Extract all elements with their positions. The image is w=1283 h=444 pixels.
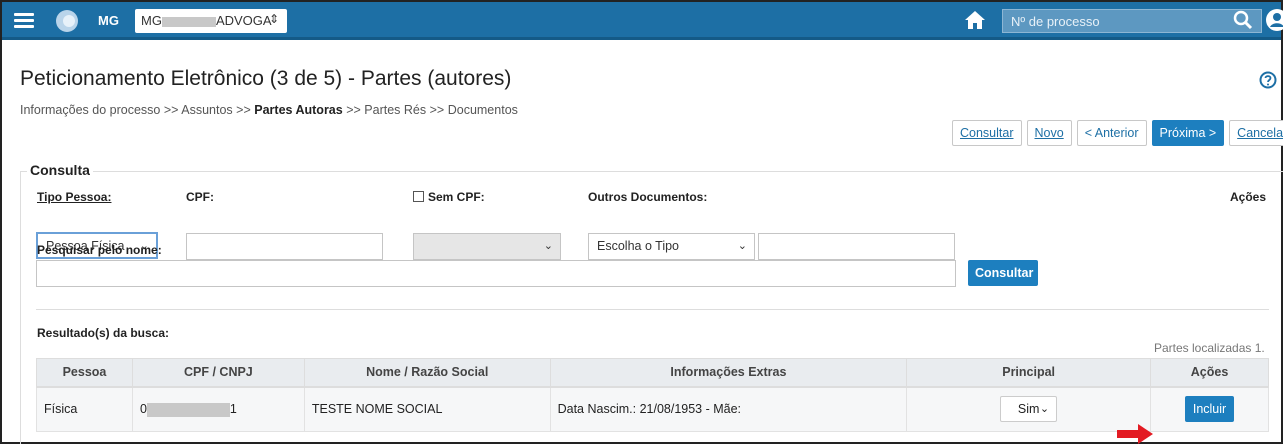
sort-arrows-icon: ⇕ [268,12,279,26]
novo-button[interactable]: Novo [1026,120,1072,146]
breadcrumb-separator: >> [236,103,251,117]
cell-principal: Sim ⌄ [906,386,1152,432]
breadcrumb-informacoes[interactable]: Informações do processo [20,103,160,117]
user-account-icon[interactable] [1265,8,1283,37]
table-header-row: Pessoa CPF / CNPJ Nome / Razão Social In… [36,358,1269,388]
acoes-label: Ações [1230,190,1267,204]
outros-documentos-value: Escolha o Tipo [597,239,679,253]
breadcrumb-separator: >> [346,103,361,117]
state-label: MG [98,13,119,28]
consultar-button[interactable]: Consultar [968,260,1038,286]
cpf-input[interactable] [186,233,383,260]
user-select-prefix: MG [141,13,162,28]
cell-extras: Data Nascim.: 21/08/1953 - Mãe: [549,386,908,432]
breadcrumb-partes-autoras: Partes Autoras [254,103,343,117]
user-name-redaction [161,16,216,27]
user-select-suffix: ADVOGA [215,13,272,28]
consultar-nav-button[interactable]: Consultar [952,120,1022,146]
table-row: Física 01 TESTE NOME SOCIAL Data Nascim.… [36,386,1269,432]
page-title: Peticionamento Eletrônico (3 de 5) - Par… [20,67,512,90]
cell-acoes: Incluir [1150,386,1269,432]
outros-documentos-select[interactable]: Escolha o Tipo ⌄ [588,233,755,260]
column-header-nome: Nome / Razão Social [303,358,551,388]
results-count: Partes localizadas 1. [1154,341,1265,355]
sem-cpf-select[interactable]: ⌄ [413,233,561,260]
outros-documentos-input[interactable] [758,233,955,260]
principal-select[interactable]: Sim ⌄ [1000,396,1058,423]
cell-nome: TESTE NOME SOCIAL [303,386,551,432]
column-header-cpf: CPF / CNPJ [131,358,305,388]
wizard-buttons: Consultar Novo < Anterior Próxima > Canc… [952,120,1283,146]
cpf-redaction [146,402,230,417]
help-icon[interactable] [1259,71,1277,94]
red-arrow-icon [1116,422,1154,444]
cancelar-button[interactable]: Cancelar [1229,120,1283,146]
hamburger-menu-icon[interactable] [14,13,34,28]
breadcrumb-separator: >> [429,103,445,117]
home-icon[interactable] [964,10,986,35]
breadcrumb-partes-res[interactable]: Partes Rés [364,103,426,117]
incluir-button[interactable]: Incluir [1184,396,1235,423]
pesquisar-nome-label: Pesquisar pelo nome: [37,243,162,257]
cell-cpf: 01 [131,386,305,432]
chevron-down-icon: ⌄ [543,240,553,252]
column-header-principal: Principal [906,358,1152,388]
process-number-input[interactable]: Nº de processo [1002,9,1262,33]
topbar: MG MG ADVOGA ⇕ Nº de processo [2,2,1283,40]
outros-documentos-label: Outros Documentos: [588,190,708,204]
breadcrumb-documentos[interactable]: Documentos [448,103,518,117]
column-header-acoes: Ações [1150,358,1269,388]
chevron-down-icon: ⌄ [737,240,747,252]
cpf-label: CPF: [186,190,214,204]
sem-cpf-label[interactable]: Sem CPF: [413,190,485,204]
results-title: Resultado(s) da busca: [37,326,170,340]
tipo-pessoa-label: Tipo Pessoa: [37,190,112,204]
nome-search-input[interactable] [36,260,956,287]
user-profile-select[interactable]: MG ADVOGA ⇕ [135,9,287,33]
results-table: Pessoa CPF / CNPJ Nome / Razão Social In… [36,358,1269,432]
column-header-pessoa: Pessoa [36,358,133,388]
breadcrumb: Informações do processo >> Assuntos >> P… [20,103,518,117]
cell-pessoa: Física [36,386,133,432]
divider [36,309,1269,310]
tribunal-logo-icon [56,10,78,32]
column-header-extras: Informações Extras [549,358,908,388]
chevron-down-icon: ⌄ [1039,403,1050,416]
anterior-button[interactable]: < Anterior [1076,120,1147,146]
breadcrumb-assuntos[interactable]: Assuntos [181,103,232,117]
search-icon[interactable] [1233,10,1253,35]
breadcrumb-separator: >> [163,103,179,117]
sem-cpf-checkbox[interactable] [413,191,424,202]
consulta-legend: Consulta [27,162,93,178]
proxima-button[interactable]: Próxima > [1151,120,1225,146]
